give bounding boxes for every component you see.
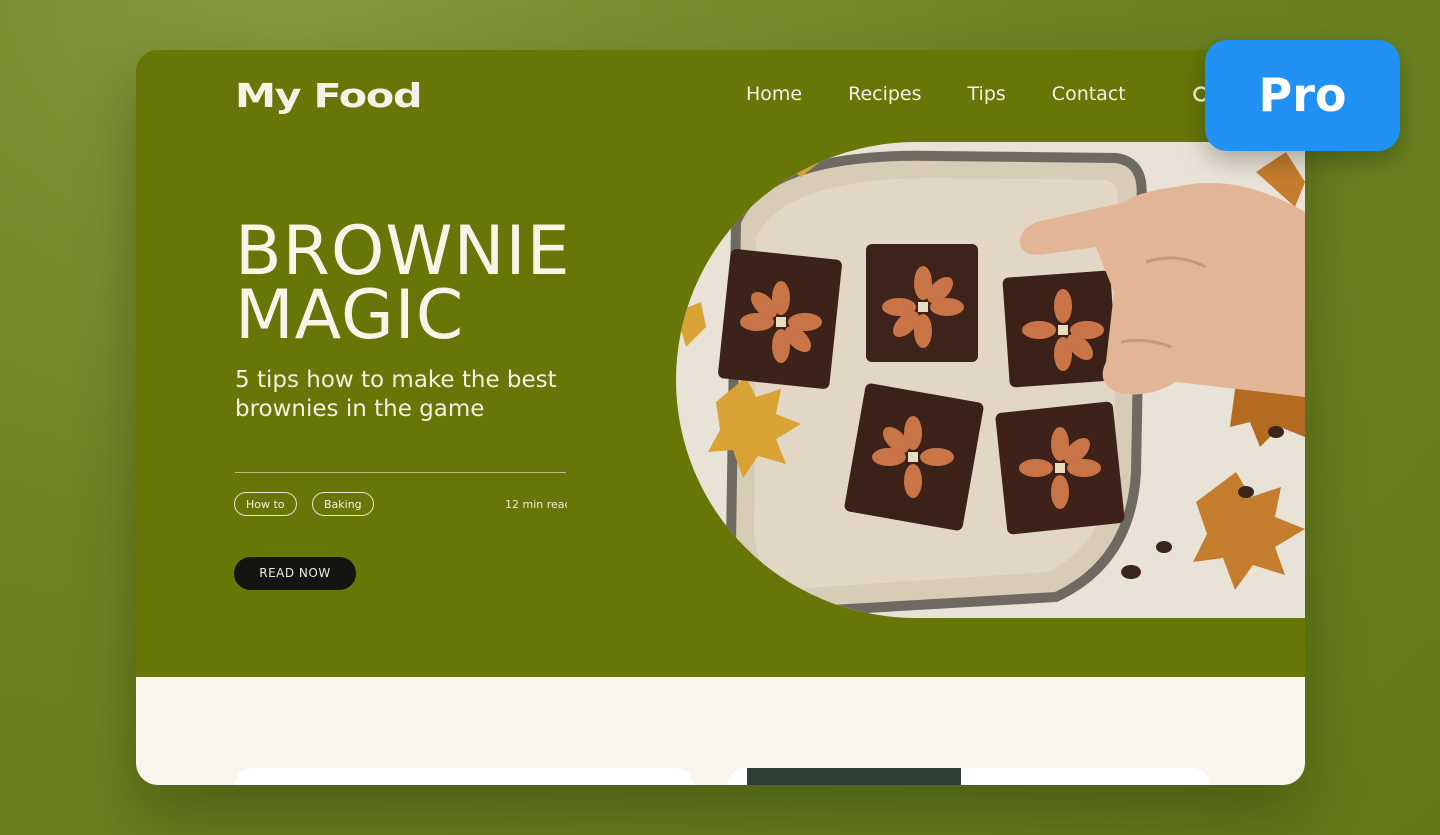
read-now-button[interactable]: READ NOW [234,557,356,590]
hero-subtitle: 5 tips how to make the best brownies in … [235,367,557,422]
hero-title-line-1: BROWNIE [235,212,571,291]
nav-item-tips[interactable]: Tips [968,83,1006,105]
brownie-photo [676,142,1305,618]
hero-divider [235,472,566,473]
hero-section: My Food Home Recipes Tips Contact BROWNI… [136,50,1305,677]
hero-title: BROWNIE MAGIC [235,212,571,355]
article-card-2-photo [747,768,961,785]
nav-item-recipes[interactable]: Recipes [848,83,921,105]
nav-item-contact[interactable]: Contact [1052,83,1126,105]
site-logo[interactable]: My Food [235,76,423,115]
content-section [136,677,1305,785]
browser-window: My Food Home Recipes Tips Contact BROWNI… [136,50,1305,785]
article-card-1[interactable] [235,768,693,785]
tag-baking[interactable]: Baking [312,492,374,516]
hero-title-line-2: MAGIC [235,276,465,355]
nav-item-home[interactable]: Home [746,83,802,105]
read-time: 12 min read [505,498,567,511]
main-nav: Home Recipes Tips Contact [746,83,1172,105]
pro-badge: Pro [1205,40,1400,151]
tag-how-to[interactable]: How to [234,492,297,516]
